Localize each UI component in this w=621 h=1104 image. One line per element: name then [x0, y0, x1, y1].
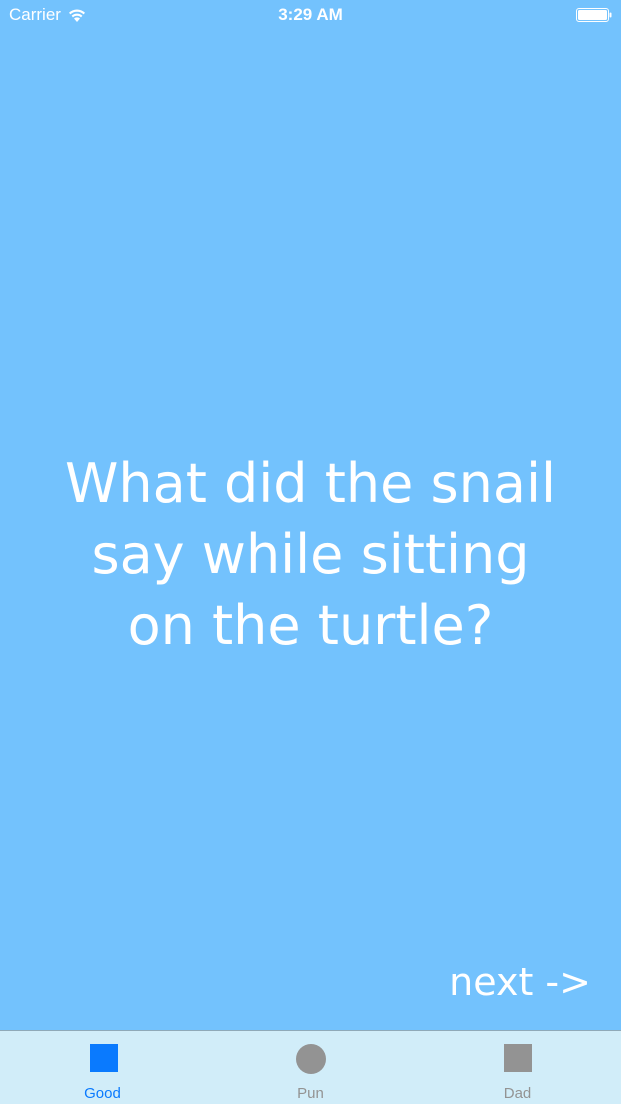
joke-line: on the turtle? [127, 594, 494, 657]
square-icon [89, 1044, 118, 1072]
square-icon [503, 1044, 532, 1072]
circle-icon [295, 1044, 326, 1074]
tab-pun[interactable]: Pun [207, 1031, 414, 1104]
tab-dad[interactable]: Dad [414, 1031, 621, 1104]
tab-good[interactable]: Good [0, 1031, 207, 1104]
tab-label: Good [84, 1085, 121, 1102]
status-time: 3:29 AM [278, 5, 343, 24]
tab-label: Pun [297, 1085, 324, 1102]
joke-line: say while sitting [91, 523, 530, 586]
status-bar: Carrier 3:29 AM [0, 0, 621, 32]
joke-line: What did the snail [64, 452, 556, 515]
next-button[interactable]: next -> [449, 960, 591, 1004]
battery-icon [576, 8, 612, 22]
tab-bar: Good Pun Dad [0, 1030, 621, 1104]
tab-label: Dad [503, 1085, 532, 1102]
joke-question: What did the snail say while sitting on … [30, 448, 591, 661]
app-screen: Carrier 3:29 AM What did the snail say w… [0, 0, 621, 1104]
